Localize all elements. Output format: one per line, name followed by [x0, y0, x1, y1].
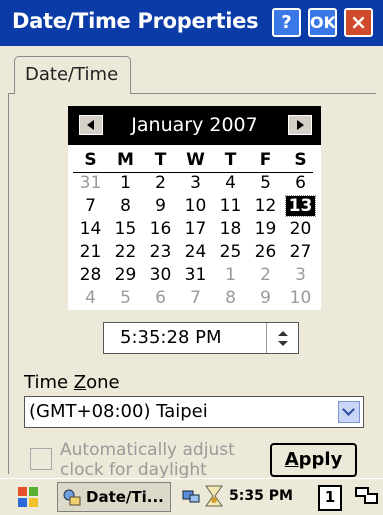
weekday-divider: [73, 172, 313, 173]
calendar-day[interactable]: 26: [248, 241, 283, 264]
calendar-day[interactable]: 10: [178, 195, 213, 218]
timezone-selected: (GMT+08:00) Taipei: [29, 401, 208, 422]
window-title: Date/Time Properties: [12, 9, 259, 33]
tab-label: Date/Time: [25, 64, 119, 85]
network-icon[interactable]: [182, 488, 200, 504]
taskbar-task-label: Date/Ti...: [86, 488, 164, 506]
calendar-day[interactable]: 8: [213, 287, 248, 310]
calendar-day[interactable]: 2: [248, 264, 283, 287]
apply-button[interactable]: Apply: [270, 443, 357, 477]
calendar-day[interactable]: 18: [213, 218, 248, 241]
weekday-header: T: [154, 150, 167, 170]
next-month-button[interactable]: [288, 115, 312, 135]
calendar-day[interactable]: 11: [213, 195, 248, 218]
weekday-header: T: [224, 150, 237, 170]
next-month-icon: [297, 120, 304, 130]
calendar-day[interactable]: 21: [73, 241, 108, 264]
taskbar-task-datetime[interactable]: Date/Ti...: [57, 482, 171, 512]
calendar-day[interactable]: 4: [213, 172, 248, 195]
ok-icon: OK: [310, 13, 336, 32]
spin-up-icon[interactable]: [278, 331, 288, 336]
start-flag-icon[interactable]: [18, 487, 40, 509]
ok-button[interactable]: OK: [308, 8, 337, 37]
calendar-day[interactable]: 3: [178, 172, 213, 195]
keyboard-icon[interactable]: [355, 486, 379, 510]
calendar-day[interactable]: 15: [108, 218, 143, 241]
calendar-day[interactable]: 16: [143, 218, 178, 241]
calendar-day[interactable]: 8: [108, 195, 143, 218]
time-value: 5:35:28 PM: [120, 327, 222, 348]
calendar-day[interactable]: 10: [283, 287, 318, 310]
auto-dst-checkbox[interactable]: [30, 448, 52, 470]
calendar-day[interactable]: 29: [108, 264, 143, 287]
calendar-day[interactable]: 31: [178, 264, 213, 287]
calendar-day[interactable]: 19: [248, 218, 283, 241]
calendar-day[interactable]: 25: [213, 241, 248, 264]
weekday-header: S: [84, 150, 97, 170]
calendar-day[interactable]: 7: [73, 195, 108, 218]
calendar-day-selected[interactable]: 13: [283, 195, 318, 218]
calendar-header: January 2007: [68, 106, 321, 145]
datetime-task-icon: [63, 489, 81, 506]
calendar-month-year[interactable]: January 2007: [68, 114, 321, 136]
calendar-day[interactable]: 27: [283, 241, 318, 264]
weekday-header: S: [294, 150, 307, 170]
calendar-day[interactable]: 6: [143, 287, 178, 310]
taskbar-clock[interactable]: 5:35 PM: [229, 488, 293, 504]
calendar-day[interactable]: 7: [178, 287, 213, 310]
calendar-day[interactable]: 14: [73, 218, 108, 241]
calendar-day[interactable]: 17: [178, 218, 213, 241]
month-calendar: January 2007 S M T W T F S 31 1 2 3 4 5 6 7 8 9 10 11 12 13 1…: [68, 106, 321, 310]
close-button[interactable]: ×: [344, 8, 373, 37]
weekday-header: F: [259, 150, 272, 170]
timezone-select[interactable]: (GMT+08:00) Taipei: [24, 396, 364, 428]
calendar-day[interactable]: 23: [143, 241, 178, 264]
calendar-day[interactable]: 9: [143, 195, 178, 218]
calendar-grid: S M T W T F S 31 1 2 3 4 5 6 7 8 9 10 11 12 13 14 15 16 17 18 19 20…: [73, 149, 318, 310]
timezone-label: Time Zone: [24, 372, 120, 393]
calendar-day[interactable]: 12: [248, 195, 283, 218]
spin-down-icon[interactable]: [278, 341, 288, 346]
close-icon: ×: [350, 10, 367, 34]
calendar-day[interactable]: 22: [108, 241, 143, 264]
calendar-day[interactable]: 31: [73, 172, 108, 195]
calendar-day[interactable]: 28: [73, 264, 108, 287]
calendar-day[interactable]: 3: [283, 264, 318, 287]
calendar-day[interactable]: 20: [283, 218, 318, 241]
help-icon: ?: [281, 12, 292, 33]
title-bar: Date/Time Properties ? OK ×: [0, 0, 383, 46]
calendar-day[interactable]: 30: [143, 264, 178, 287]
calendar-day[interactable]: 5: [108, 287, 143, 310]
calendar-day[interactable]: 1: [213, 264, 248, 287]
clock-tray-icon[interactable]: [203, 484, 225, 508]
weekday-header: W: [186, 150, 205, 170]
calendar-day[interactable]: 4: [73, 287, 108, 310]
calendar-day[interactable]: 1: [108, 172, 143, 195]
weekday-header: M: [117, 150, 134, 170]
input-indicator[interactable]: 1: [318, 485, 342, 511]
calendar-day[interactable]: 9: [248, 287, 283, 310]
calendar-day[interactable]: 6: [283, 172, 318, 195]
time-spinner[interactable]: [266, 323, 299, 353]
tab-date-time[interactable]: Date/Time: [14, 56, 131, 94]
calendar-day[interactable]: 5: [248, 172, 283, 195]
help-button[interactable]: ?: [272, 8, 301, 37]
dropdown-arrow-icon[interactable]: [338, 401, 360, 423]
calendar-day[interactable]: 24: [178, 241, 213, 264]
calendar-day[interactable]: 2: [143, 172, 178, 195]
